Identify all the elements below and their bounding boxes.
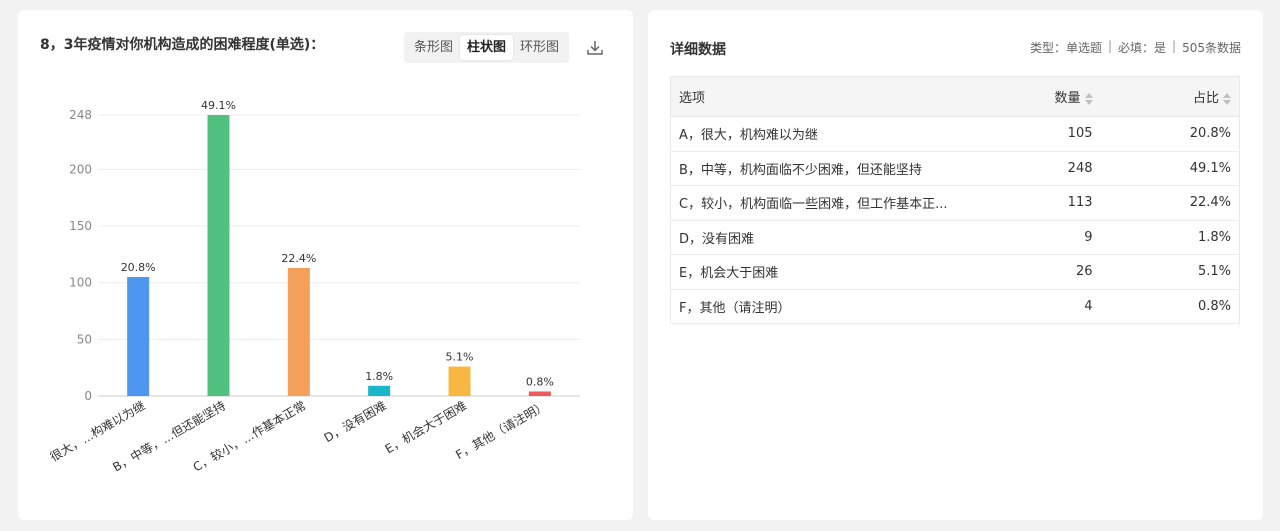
row-ratio: 5.1%: [1100, 254, 1240, 290]
data-label: 1.8%: [365, 370, 393, 383]
sort-icon[interactable]: [1084, 92, 1093, 105]
row-count: 4: [1000, 289, 1101, 324]
header-option: 选项: [670, 76, 1001, 117]
header-ratio[interactable]: 占比: [1100, 76, 1240, 117]
data-label: 5.1%: [446, 351, 474, 364]
table-row: F，其他（请注明） 4 0.8%: [670, 289, 1240, 324]
row-ratio: 1.8%: [1100, 220, 1240, 255]
row-option: C，较小，机构面临一些困难，但工作基本正...: [670, 185, 1001, 221]
detail-table: 选项 数量 占比 A，很大，机构难以为继 105 20.8% B，中等，机构面临不少困…: [670, 76, 1240, 324]
row-option: D，没有困难: [670, 220, 1001, 255]
meta-required: 必填：是: [1118, 41, 1167, 55]
data-label: 22.4%: [281, 252, 316, 265]
y-tick-label: 100: [69, 276, 92, 290]
header-count[interactable]: 数量: [1000, 76, 1101, 117]
bar: [207, 115, 230, 396]
row-count: 26: [1000, 254, 1101, 290]
bar: [448, 366, 471, 396]
bar: [287, 267, 310, 396]
table-row: A，很大，机构难以为继 105 20.8%: [670, 116, 1240, 152]
x-tick-label: D，没有困难: [321, 398, 388, 446]
row-option: E，机会大于困难: [670, 254, 1001, 290]
header-count-label: 数量: [1054, 91, 1081, 106]
chart-card: 8，3年疫情对你机构造成的困难程度(单选)： 条形图 柱状图 环形图 0 50 10…: [18, 10, 633, 520]
row-count: 9: [1000, 220, 1101, 255]
table-row: C，较小，机构面临一些困难，但工作基本正... 113 22.4%: [670, 185, 1240, 221]
detail-title: 详细数据: [670, 42, 726, 58]
row-option: A，很大，机构难以为继: [670, 116, 1001, 152]
y-tick-label: 50: [77, 332, 92, 346]
row-ratio: 20.8%: [1100, 116, 1240, 152]
meta-separator: |: [1172, 39, 1177, 53]
table-row: B，中等，机构面临不少困难，但还能坚持 248 49.1%: [670, 151, 1240, 186]
header-ratio-label: 占比: [1192, 91, 1219, 106]
bar: [368, 385, 391, 396]
row-count: 105: [1000, 116, 1101, 152]
y-tick-label: 248: [69, 108, 92, 122]
row-count: 113: [1000, 185, 1101, 221]
sort-icon[interactable]: [1223, 92, 1231, 105]
x-tick-label: F，其他（请注明）: [453, 398, 550, 462]
row-count: 248: [1000, 151, 1101, 186]
y-tick-label: 200: [69, 162, 92, 176]
row-option: B，中等，机构面临不少困难，但还能坚持: [670, 151, 1001, 186]
bar: [528, 391, 551, 396]
y-tick-label: 0: [84, 389, 92, 403]
detail-card: 详细数据 类型：单选题 | 必填：是 | 505条数据 选项 数量 占比 A，很…: [648, 10, 1263, 520]
table-row: E，机会大于困难 26 5.1%: [670, 254, 1240, 290]
row-ratio: 22.4%: [1100, 185, 1240, 221]
data-label: 0.8%: [526, 375, 554, 388]
detail-meta: 类型：单选题 | 必填：是 | 505条数据: [1030, 39, 1241, 56]
bar-chart: 05010015020024820.8%很大，...构难以为继49.1%B，中等…: [47, 99, 580, 475]
meta-count: 505条数据: [1182, 41, 1241, 55]
row-ratio: 0.8%: [1100, 289, 1240, 324]
row-ratio: 49.1%: [1100, 151, 1240, 186]
y-tick-label: 150: [69, 219, 92, 233]
data-label: 20.8%: [121, 261, 156, 274]
meta-type: 类型：单选题: [1029, 41, 1102, 55]
data-label: 49.1%: [201, 99, 236, 112]
meta-separator: |: [1107, 39, 1113, 53]
table-header-row: 选项 数量 占比: [670, 76, 1240, 117]
table-row: D，没有困难 9 1.8%: [670, 220, 1240, 255]
bar: [127, 277, 150, 396]
row-option: F，其他（请注明）: [670, 289, 1001, 324]
